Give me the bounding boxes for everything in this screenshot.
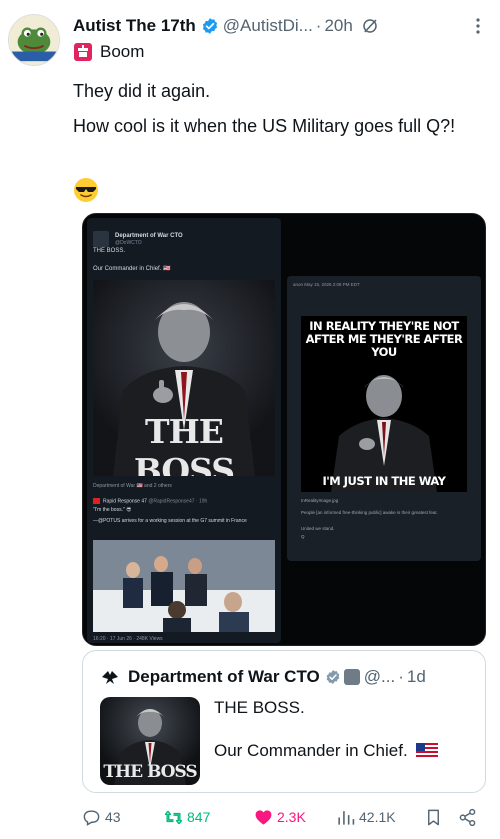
like-button[interactable]: 2.3K: [254, 805, 306, 829]
reply-count: 43: [105, 809, 121, 825]
quoted-post-text-line: Our Commander in Chief.: [214, 741, 439, 761]
embedded-subpost-author: Rapid Response 47 @RapidResponse47 · 19h: [93, 498, 207, 504]
rapid-response-icon: [93, 498, 100, 504]
us-flag-icon: [416, 743, 439, 757]
post-text-line: How cool is it when the US Military goes…: [73, 116, 456, 136]
author-display-name[interactable]: Autist The 17th: [73, 16, 196, 36]
group-photo-icon: [93, 540, 275, 632]
share-button[interactable]: [458, 805, 481, 829]
quoted-post-text: THE BOSS.: [214, 698, 305, 717]
boss-image: THE BOSS: [93, 280, 275, 476]
embedded-tagline: Department of War 🇺🇸 and 2 others: [93, 483, 172, 489]
verified-badge-icon: [326, 670, 340, 684]
verified-badge-icon: [202, 18, 217, 34]
board-post-meta: anon May 15, 2026 2:08 PM EDT: [293, 282, 360, 287]
government-affiliation-icon: [343, 669, 360, 685]
department-seal-icon: [100, 667, 120, 687]
poster-signature: Q: [301, 534, 305, 539]
embedded-subpost-text: —@POTUS arrives for a working session at…: [93, 518, 247, 524]
embedded-text: THE BOSS.: [93, 248, 126, 254]
views-button[interactable]: 42.1K: [336, 805, 396, 829]
community-label[interactable]: Boom: [73, 40, 144, 64]
quoted-thumbnail-caption: THE BOSS: [103, 762, 197, 782]
embedded-footer: 16:20 · 17 Jun 26 · 248K Views: [93, 636, 163, 642]
embedded-author-name: Department of War CTO: [115, 232, 183, 239]
heart-icon: [255, 809, 272, 825]
poster-caption: United we stand.: [301, 526, 335, 531]
more-options-icon[interactable]: [469, 16, 487, 36]
poster-caption: People [an informed free-thinking public…: [301, 510, 438, 515]
boom-icon: [74, 43, 92, 61]
quoted-author-handle[interactable]: @...: [364, 667, 395, 687]
embedded-author-handle: @DoWCTO: [115, 239, 142, 246]
quoted-author-name[interactable]: Department of War CTO: [128, 667, 320, 687]
boss-caption: THE BOSS: [133, 412, 235, 476]
poster-bottom-text: I'M JUST IN THE WAY: [322, 474, 446, 488]
q-poster: IN REALITY THEY'RE NOT AFTER ME THEY'RE …: [301, 316, 467, 492]
quoted-post[interactable]: Department of War CTO @... · 1d THE BOSS…: [82, 650, 486, 793]
post-media[interactable]: Department of War CTO @DoWCTO THE BOSS. …: [82, 213, 486, 646]
quoted-post-time[interactable]: 1d: [407, 667, 426, 687]
reply-icon: [83, 809, 100, 826]
embedded-screenshot-right: anon May 15, 2026 2:08 PM EDT IN REALITY…: [287, 276, 481, 561]
quoted-post-header: Department of War CTO @... · 1d: [100, 665, 475, 689]
post-text-line: They did it again.: [73, 81, 211, 101]
poster-filename: InRealityImage.jpg: [301, 498, 339, 503]
bookmark-icon: [428, 809, 439, 825]
embedded-text: Our Commander in Chief. 🇺🇸: [93, 266, 171, 272]
views-chart-icon: [338, 810, 355, 825]
bookmark-button[interactable]: [424, 805, 447, 829]
post[interactable]: Autist The 17th @AutistDi... · 20h Boom …: [0, 0, 500, 839]
share-icon: [459, 808, 476, 826]
embedded-screenshot-left: Department of War CTO @DoWCTO THE BOSS. …: [87, 218, 281, 643]
poster-top-text: IN REALITY THEY'RE NOT AFTER ME THEY'RE …: [305, 319, 463, 359]
reply-button[interactable]: 43: [82, 805, 121, 829]
avatar[interactable]: [8, 14, 60, 66]
post-header: Autist The 17th @AutistDi... · 20h: [73, 14, 493, 38]
post-time[interactable]: 20h: [324, 16, 352, 36]
repost-button[interactable]: 847: [164, 805, 210, 829]
separator-dot: ·: [398, 667, 404, 686]
view-count: 42.1K: [359, 809, 396, 825]
frog-avatar-icon: [9, 15, 59, 65]
repost-count: 847: [187, 809, 211, 825]
quoted-post-thumbnail[interactable]: THE BOSS: [100, 697, 200, 785]
sunglasses-emoji-icon: [74, 178, 98, 202]
g7-photo: [93, 540, 275, 632]
embedded-subpost-quote: "I'm the boss." 😎: [93, 507, 132, 513]
action-bar: 43 847 2.3K 42.1K: [82, 805, 492, 829]
like-count: 2.3K: [277, 809, 306, 825]
repost-icon: [164, 810, 183, 824]
department-seal-icon: [93, 231, 109, 247]
community-name: Boom: [100, 42, 145, 61]
author-handle[interactable]: @AutistDi...: [223, 16, 313, 36]
grok-icon[interactable]: [361, 17, 379, 35]
separator-dot: ·: [315, 16, 322, 35]
